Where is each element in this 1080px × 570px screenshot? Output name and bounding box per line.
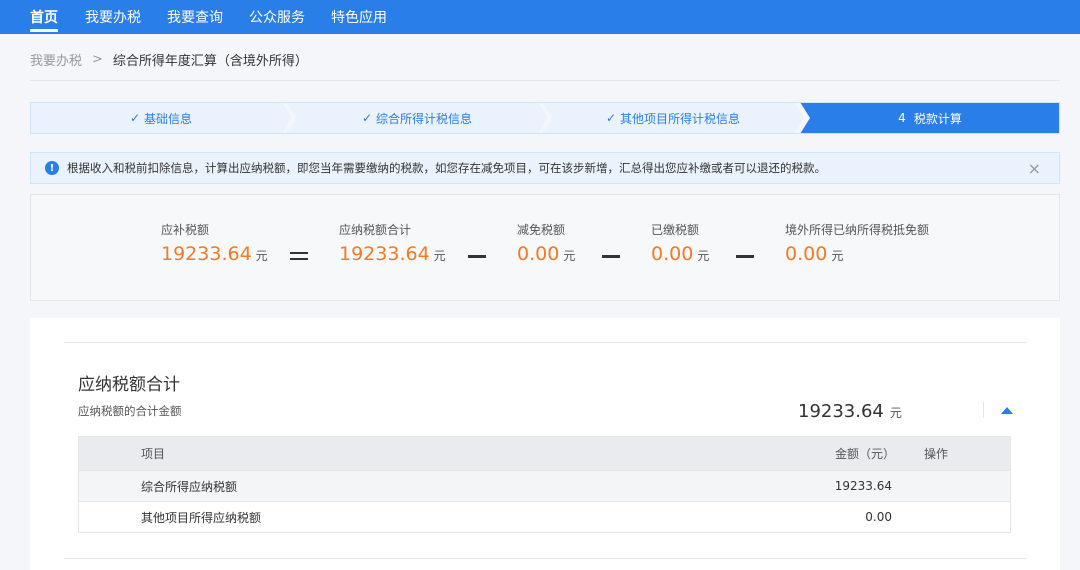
step-basic-info[interactable]: ✓ 基础信息: [30, 102, 292, 134]
section-title: 应纳税额合计: [78, 375, 180, 395]
column-header-amount: 金额（元）: [835, 447, 896, 461]
tax-payable-detail-card: 应纳税额合计 应纳税额的合计金额 19233.64 元 项目 金额（元） 操作 …: [30, 318, 1060, 570]
check-icon: ✓: [605, 111, 617, 125]
tax-detail-table: 项目 金额（元） 操作 综合所得应纳税额 19233.64 其他项目所得应纳税额…: [78, 436, 1011, 533]
info-icon: !: [45, 161, 59, 175]
summary-foreign-tax-credit: 境外所得已纳所得税抵免额 0.00 元: [785, 221, 929, 265]
breadcrumb-home-link[interactable]: 我要办税: [30, 50, 82, 69]
summary-tax-payable-total: 应纳税额合计 19233.64 元: [339, 221, 446, 265]
top-nav: 首页 我要办税 我要查询 公众服务 特色应用: [0, 0, 1080, 34]
minus-icon: [736, 255, 754, 258]
vertical-divider: [983, 402, 984, 418]
summary-label: 应纳税额合计: [339, 223, 412, 237]
info-banner: ! 根据收入和税前扣除信息，计算出应纳税额，即您当年需要缴纳的税款，如您存在减免…: [30, 152, 1060, 184]
summary-label: 已缴税额: [651, 223, 700, 237]
row-amount: 19233.64: [834, 479, 892, 493]
summary-unit: 元: [255, 249, 268, 263]
column-header-action: 操作: [924, 447, 949, 461]
close-icon[interactable]: ×: [1028, 159, 1041, 178]
breadcrumb-separator-icon: >: [92, 52, 103, 67]
collapse-arrow-icon[interactable]: [1000, 406, 1014, 416]
summary-unit: 元: [697, 249, 710, 263]
section-subtitle: 应纳税额的合计金额: [78, 404, 182, 418]
section-total-unit: 元: [889, 406, 902, 420]
summary-tax-due: 应补税额 19233.64 元: [161, 221, 268, 265]
step-number: 4: [898, 111, 906, 125]
summary-unit: 元: [563, 249, 576, 263]
column-header-item: 项目: [141, 447, 166, 461]
nav-item-tax-handling[interactable]: 我要办税: [85, 0, 141, 34]
step-other-income[interactable]: ✓ 其他项目所得计税信息: [542, 102, 804, 134]
summary-unit: 元: [433, 249, 446, 263]
summary-label: 境外所得已纳所得税抵免额: [785, 223, 930, 237]
card-divider: [64, 342, 1026, 343]
summary-label: 应补税额: [161, 223, 210, 237]
minus-icon: [602, 255, 620, 258]
breadcrumb-current: 综合所得年度汇算（含境外所得）: [112, 54, 308, 69]
summary-tax-reduction: 减免税额 0.00 元: [517, 221, 575, 265]
row-item: 其他项目所得应纳税额: [141, 510, 262, 525]
summary-value: 0.00: [651, 243, 694, 265]
equals-icon: [290, 252, 308, 260]
step-tax-calculation: 4 税款计算: [800, 102, 1060, 134]
summary-label: 减免税额: [517, 223, 566, 237]
nav-item-query[interactable]: 我要查询: [167, 0, 223, 34]
breadcrumb-divider: [30, 80, 1060, 81]
info-banner-text: 根据收入和税前扣除信息，计算出应纳税额，即您当年需要缴纳的税款，如您存在减免项目…: [67, 161, 826, 175]
step-label: 综合所得计税信息: [376, 111, 473, 126]
summary-value: 19233.64: [339, 243, 430, 265]
breadcrumb: 我要办税 > 综合所得年度汇算（含境外所得）: [30, 50, 308, 69]
nav-item-featured-apps[interactable]: 特色应用: [331, 0, 387, 34]
section-total-value: 19233.64: [798, 401, 884, 422]
nav-item-home[interactable]: 首页: [30, 0, 58, 34]
section-total: 19233.64 元: [798, 401, 902, 422]
summary-value: 0.00: [517, 243, 560, 265]
minus-icon: [468, 255, 486, 258]
table-row: 其他项目所得应纳税额 0.00: [79, 501, 1010, 532]
step-label: 其他项目所得计税信息: [620, 111, 741, 126]
card-divider: [64, 558, 1026, 559]
summary-value: 19233.64: [161, 243, 252, 265]
table-header: 项目 金额（元） 操作: [79, 437, 1010, 470]
tax-summary: 应补税额 19233.64 元 应纳税额合计 19233.64 元 减免税额 0…: [30, 194, 1060, 301]
step-comprehensive-income[interactable]: ✓ 综合所得计税信息: [286, 102, 548, 134]
step-progress: ✓ 基础信息 ✓ 综合所得计税信息 ✓ 其他项目所得计税信息 4 税款计算: [30, 102, 1060, 134]
summary-value: 0.00: [785, 243, 828, 265]
step-label: 基础信息: [144, 111, 193, 126]
check-icon: ✓: [361, 111, 373, 125]
row-item: 综合所得应纳税额: [141, 479, 238, 494]
step-label: 税款计算: [913, 111, 962, 126]
summary-tax-paid: 已缴税额 0.00 元: [651, 221, 709, 265]
row-amount: 0.00: [865, 510, 892, 524]
table-row: 综合所得应纳税额 19233.64: [79, 470, 1010, 501]
check-icon: ✓: [129, 111, 141, 125]
summary-unit: 元: [831, 249, 844, 263]
nav-item-public-service[interactable]: 公众服务: [249, 0, 305, 34]
